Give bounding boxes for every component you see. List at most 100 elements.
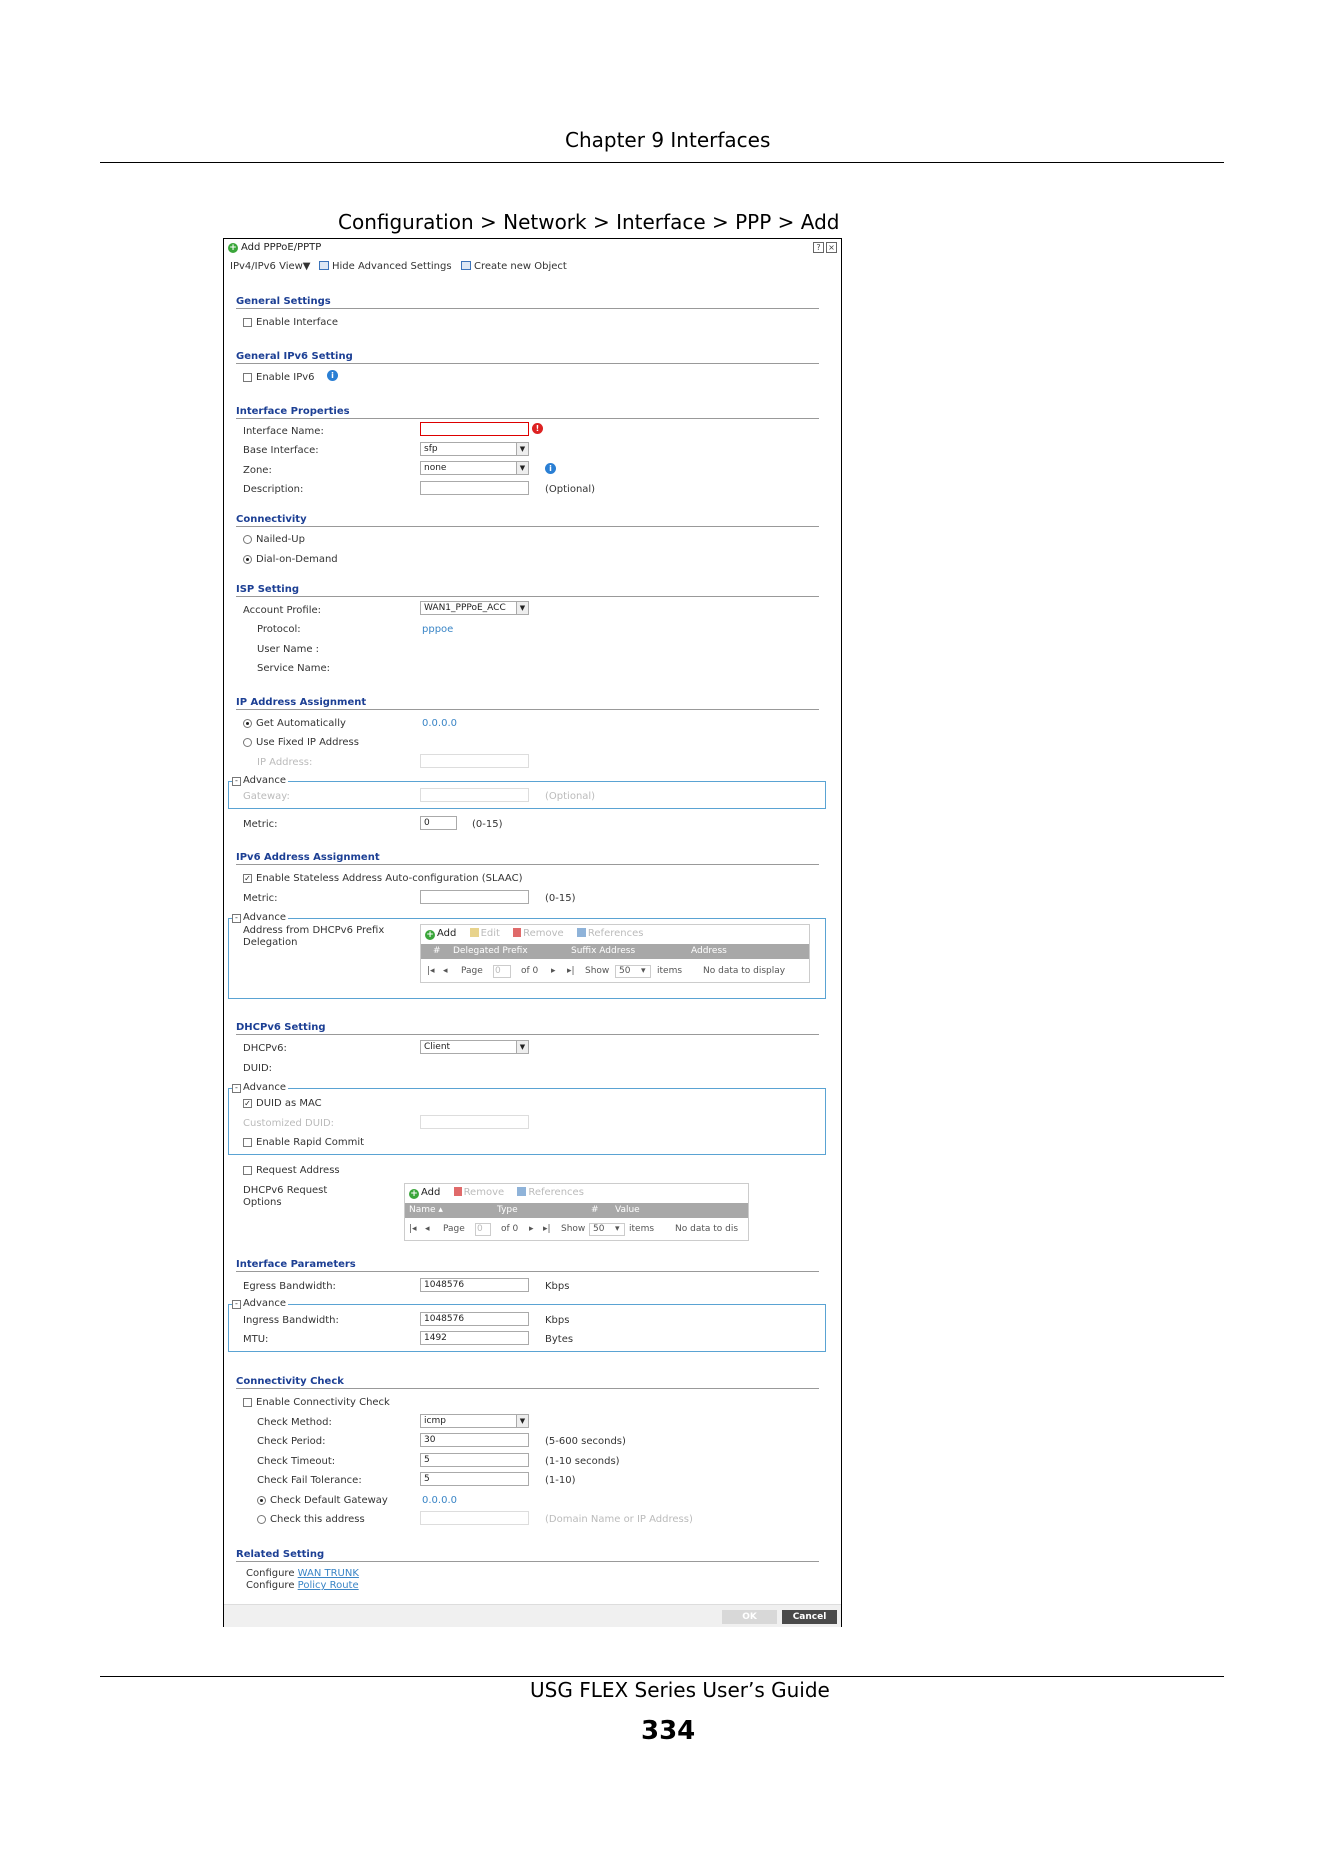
ipv6-metric-label: Metric:: [243, 893, 278, 904]
ip-address-input[interactable]: [420, 754, 529, 768]
check-method-select[interactable]: icmp ▼: [420, 1414, 529, 1428]
dhcpv6-advance-toggle[interactable]: - Advance: [232, 1082, 289, 1093]
grid-references-button[interactable]: References: [517, 1187, 584, 1198]
column-header[interactable]: Type: [497, 1205, 518, 1215]
view-dropdown[interactable]: IPv4/IPv6 View▼: [230, 261, 311, 272]
params-advance-label: Advance: [243, 1298, 287, 1309]
egress-input[interactable]: 1048576: [420, 1278, 529, 1292]
configure-wan-trunk-row: Configure WAN TRUNK: [246, 1568, 359, 1579]
params-advance-toggle[interactable]: - Advance: [232, 1298, 289, 1309]
default-gateway-value: 0.0.0.0: [422, 1495, 457, 1506]
gateway-label: Gateway:: [243, 791, 290, 802]
cancel-button[interactable]: Cancel: [782, 1610, 837, 1624]
rapid-commit-checkbox[interactable]: [243, 1138, 252, 1147]
ipv6-advance-toggle[interactable]: - Advance: [232, 912, 289, 923]
grid-remove-button[interactable]: Remove: [453, 1187, 504, 1198]
enable-interface-label: Enable Interface: [256, 317, 339, 328]
request-address-checkbox[interactable]: [243, 1166, 252, 1175]
last-page-icon[interactable]: ▸|: [567, 966, 575, 976]
last-page-icon[interactable]: ▸|: [543, 1224, 551, 1234]
check-period-input[interactable]: 30: [420, 1433, 529, 1447]
next-page-icon[interactable]: ▸: [551, 966, 556, 976]
help-icon[interactable]: ?: [813, 242, 824, 253]
policy-route-link[interactable]: Policy Route: [298, 1580, 359, 1591]
grid-references-button[interactable]: References: [576, 928, 643, 939]
ingress-input[interactable]: 1048576: [420, 1312, 529, 1326]
column-header[interactable]: Value: [615, 1205, 640, 1215]
info-icon[interactable]: i: [545, 463, 556, 474]
protocol-value: pppoe: [422, 624, 454, 635]
page-value: 0: [477, 1224, 483, 1234]
check-fail-label: Check Fail Tolerance:: [257, 1475, 362, 1486]
dialog-toolbar: IPv4/IPv6 View▼ Hide Advanced Settings C…: [224, 259, 841, 275]
enable-connectivity-check-label: Enable Connectivity Check: [256, 1397, 390, 1408]
info-icon[interactable]: i: [327, 370, 338, 381]
nailed-up-radio[interactable]: [243, 535, 252, 544]
error-icon: !: [532, 423, 543, 434]
references-icon: [517, 1187, 527, 1196]
next-page-icon[interactable]: ▸: [529, 1224, 534, 1234]
grid-pager: |◂ ◂ Page 0 of 0 ▸ ▸| Show 50 ▾ items No…: [421, 963, 809, 981]
first-page-icon[interactable]: |◂: [409, 1224, 417, 1234]
use-fixed-ip-radio[interactable]: [243, 738, 252, 747]
prev-page-icon[interactable]: ◂: [425, 1224, 430, 1234]
ok-button[interactable]: OK: [722, 1610, 777, 1624]
hide-advanced-button[interactable]: Hide Advanced Settings: [319, 261, 452, 272]
duid-as-mac-checkbox[interactable]: ✓: [243, 1099, 252, 1108]
metric-label: Metric:: [243, 819, 278, 830]
mtu-input[interactable]: 1492: [420, 1331, 529, 1345]
grid-add-button[interactable]: + Add: [409, 1187, 440, 1199]
prev-page-icon[interactable]: ◂: [443, 966, 448, 976]
dialog-titlebar: + Add PPPoE/PPTP ? ×: [224, 239, 841, 256]
first-page-icon[interactable]: |◂: [427, 966, 435, 976]
check-address-input[interactable]: [420, 1511, 529, 1525]
check-default-gateway-radio[interactable]: [257, 1496, 266, 1505]
request-options-grid: + Add Remove References Name ▴ Type # Val…: [404, 1183, 749, 1241]
dhcpv6-select[interactable]: Client ▼: [420, 1040, 529, 1054]
check-fail-input[interactable]: 5: [420, 1472, 529, 1486]
enable-connectivity-check-checkbox[interactable]: [243, 1398, 252, 1407]
no-data-label: No data to dis: [675, 1224, 739, 1234]
object-icon: [461, 261, 471, 270]
get-automatically-radio[interactable]: [243, 719, 252, 728]
customized-duid-input[interactable]: [420, 1115, 529, 1129]
ip-advance-toggle[interactable]: - Advance: [232, 775, 289, 786]
check-this-address-radio[interactable]: [257, 1515, 266, 1524]
grid-remove-button[interactable]: Remove: [513, 928, 564, 939]
page-value: 0: [495, 966, 501, 976]
column-header[interactable]: Address: [691, 946, 727, 956]
close-icon[interactable]: ×: [826, 242, 837, 253]
column-header[interactable]: Name ▴: [409, 1205, 443, 1215]
ipv6-metric-input[interactable]: [420, 890, 529, 904]
gateway-input[interactable]: [420, 788, 529, 802]
column-header[interactable]: #: [591, 1205, 599, 1215]
interface-name-input[interactable]: [420, 422, 529, 436]
account-profile-select[interactable]: WAN1_PPPoE_ACC ▼: [420, 601, 529, 615]
add-pppoe-dialog: + Add PPPoE/PPTP ? × IPv4/IPv6 View▼ Hid…: [223, 238, 842, 1627]
enable-ipv6-checkbox[interactable]: [243, 373, 252, 382]
header-rule: [100, 162, 1224, 163]
column-header[interactable]: Delegated Prefix: [453, 946, 528, 956]
interface-parameters-heading: Interface Parameters: [236, 1259, 819, 1272]
page-label: Page: [461, 966, 483, 976]
dial-on-demand-radio[interactable]: [243, 555, 252, 564]
metric-input[interactable]: 0: [420, 816, 457, 830]
description-label: Description:: [243, 484, 304, 495]
grid-header: # Delegated Prefix Suffix Address Addres…: [421, 944, 809, 959]
wan-trunk-link[interactable]: WAN TRUNK: [298, 1568, 359, 1579]
base-interface-select[interactable]: sfp ▼: [420, 442, 529, 456]
duid-as-mac-label: DUID as MAC: [256, 1098, 322, 1109]
description-input[interactable]: [420, 481, 529, 495]
enable-interface-checkbox[interactable]: [243, 318, 252, 327]
grid-edit-button[interactable]: Edit: [469, 928, 500, 939]
slaac-checkbox[interactable]: ✓: [243, 874, 252, 883]
create-object-button[interactable]: Create new Object: [461, 261, 567, 272]
zone-select[interactable]: none ▼: [420, 461, 529, 475]
column-header[interactable]: Suffix Address: [571, 946, 635, 956]
chevron-down-icon: ▼: [516, 1415, 528, 1427]
add-icon: +: [409, 1189, 419, 1199]
grid-add-button[interactable]: + Add: [425, 928, 456, 940]
chevron-down-icon: ▼: [516, 1041, 528, 1053]
column-header[interactable]: #: [433, 946, 441, 956]
check-timeout-input[interactable]: 5: [420, 1453, 529, 1467]
